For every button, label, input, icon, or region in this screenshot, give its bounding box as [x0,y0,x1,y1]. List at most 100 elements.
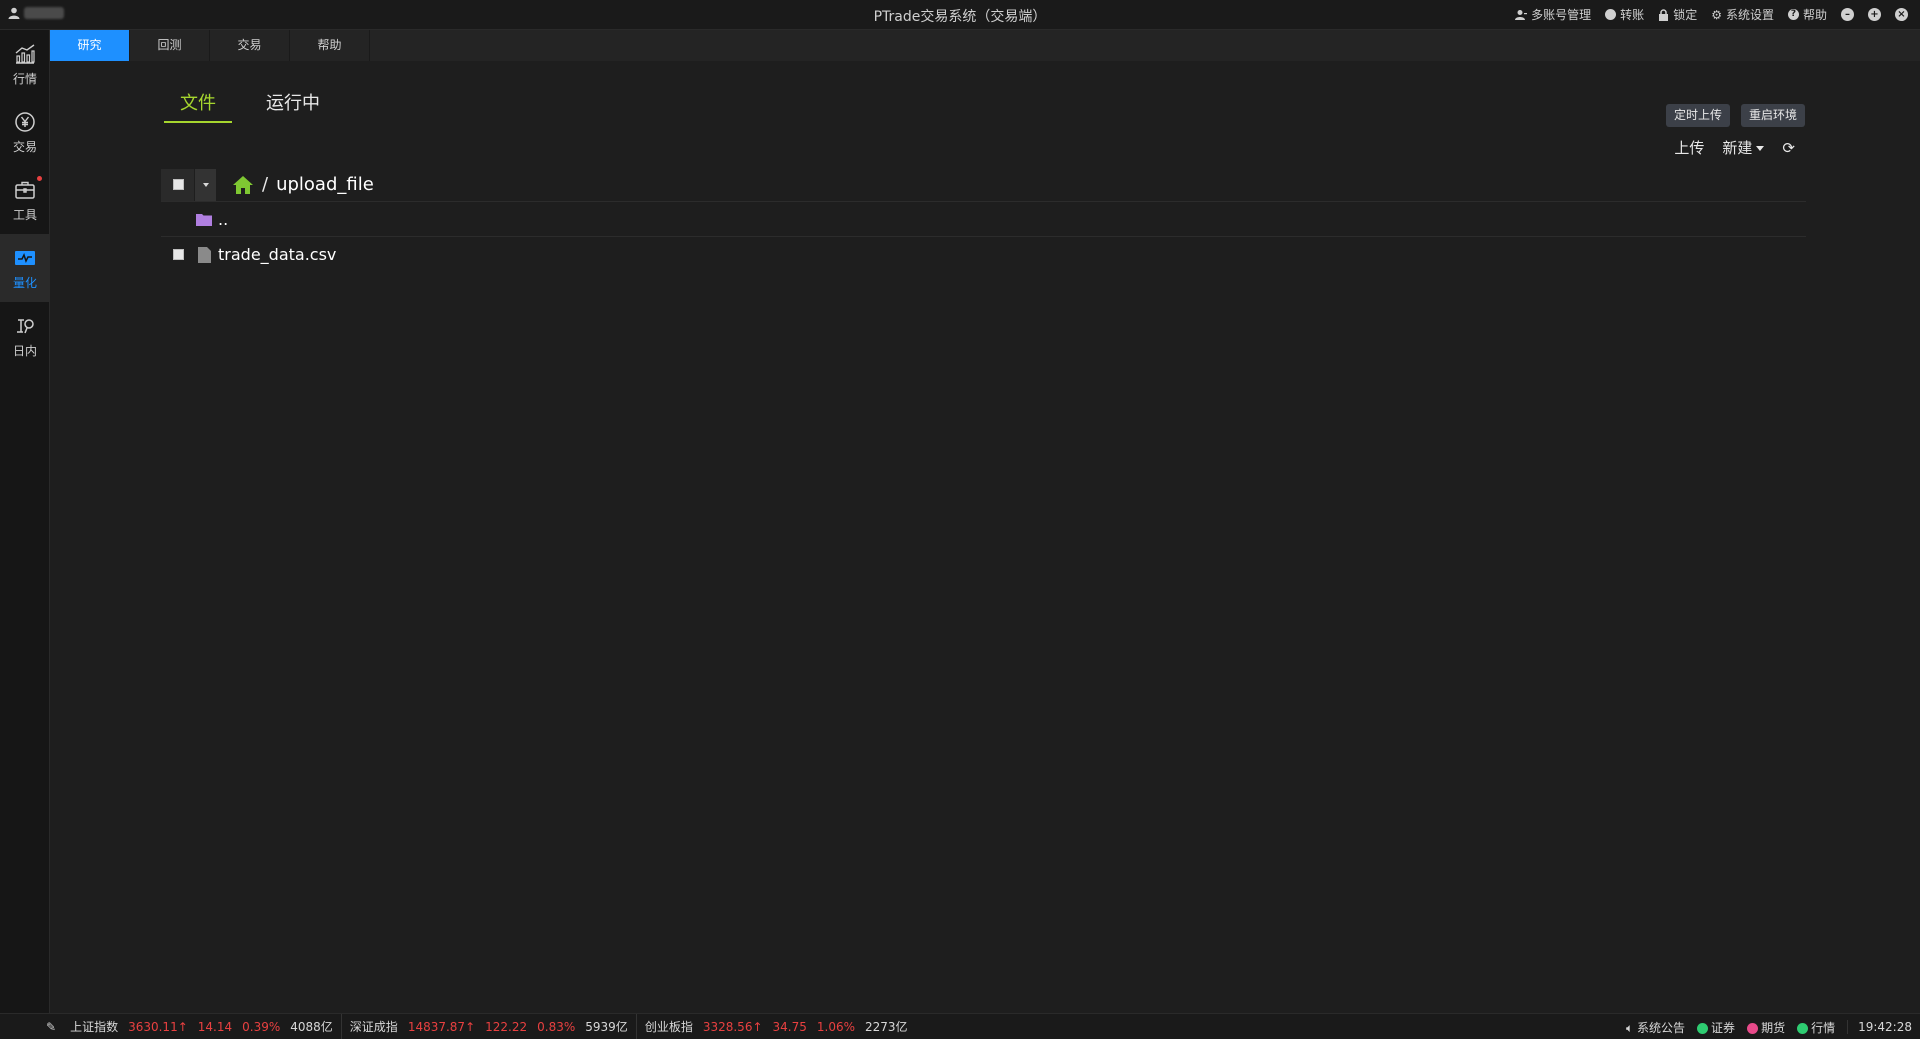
notification-dot [37,176,42,181]
file-actions: 上传 新建 ⟳ [1674,137,1795,158]
tab-backtest[interactable]: 回测 [130,30,210,61]
chevron-down-icon [1756,146,1765,151]
accounts-icon [1515,9,1528,20]
maximize-button[interactable]: + [1868,8,1881,21]
refresh-files-icon[interactable]: ⟳ [1782,139,1795,157]
settings-label: 系统设置 [1725,8,1774,22]
sidebar-item-label: 行情 [12,71,37,86]
select-dropdown-button[interactable] [194,168,216,201]
index-change: 122.22 [485,1019,528,1034]
intraday-icon [17,318,34,333]
transfer-button[interactable]: 转账 [1605,6,1644,23]
index-value: 14837.87↑ [407,1019,476,1034]
index-chinext[interactable]: 创业板指 3328.56↑ 34.75 1.06% 2273亿 [637,1014,916,1039]
sidebar-item-quant[interactable]: 量化 [0,234,50,302]
arrow-up-icon: ↑ [177,1019,188,1034]
select-all-checkbox[interactable] [173,179,184,190]
restart-env-button[interactable]: 重启环境 [1740,104,1805,127]
tab-trade[interactable]: 交易 [210,30,290,61]
index-value: 3630.11↑ [128,1019,188,1034]
index-name: 上证指数 [70,1020,119,1034]
index-pct: 1.06% [816,1019,855,1034]
settings-button[interactable]: ⚙ 系统设置 [1711,6,1774,23]
breadcrumb-separator: / [262,174,269,195]
lock-label: 锁定 [1673,8,1698,22]
clock: 19:42:28 [1847,1020,1912,1034]
chevron-down-icon [202,182,209,187]
index-shenzhen[interactable]: 深证成指 14837.87↑ 122.22 0.83% 5939亿 [342,1013,637,1039]
yen-icon [15,111,35,132]
title-tools: 多账号管理 转账 锁定 ⚙ 系统设置 ? 帮助 – + × [1515,6,1908,23]
index-name: 深证成指 [349,1020,398,1034]
sidebar-item-label: 工具 [12,207,37,222]
lock-icon [1659,8,1669,21]
file-icon [196,246,212,263]
index-shanghai[interactable]: 上证指数 3630.11↑ 14.14 0.39% 4088亿 [62,1013,342,1039]
index-value: 3328.56↑ [702,1019,763,1034]
transfer-icon [1605,9,1617,20]
sidebar-item-trade[interactable]: 交易 [0,98,50,166]
announcement-button[interactable]: 🔈︎ 系统公告 [1626,1019,1685,1036]
help-button[interactable]: ? 帮助 [1787,6,1827,23]
index-change: 34.75 [772,1019,807,1034]
sidebar-item-label: 日内 [12,343,37,358]
subtab-files[interactable]: 文件 [164,89,232,123]
minimize-button[interactable]: – [1841,8,1854,21]
gear-icon: ⚙ [1711,7,1722,22]
file-row-parent[interactable]: .. [161,202,1806,237]
status-dot-icon [1697,1022,1709,1034]
sidebar-item-label: 量化 [12,275,37,290]
index-change: 14.14 [197,1019,233,1034]
lock-button[interactable]: 锁定 [1658,6,1697,23]
multi-account-label: 多账号管理 [1531,8,1592,22]
research-panel: 文件 运行中 定时上传 重启环境 上传 新建 ⟳ / upload_file .… [50,61,1920,1013]
status-dot-icon [1797,1022,1809,1034]
arrow-up-icon: ↑ [752,1019,763,1034]
breadcrumb-folder[interactable]: upload_file [276,174,374,195]
file-checkbox[interactable] [173,249,184,260]
tab-help[interactable]: 帮助 [290,30,370,61]
speaker-icon: 🔈︎ [1626,1020,1634,1035]
select-all-control [161,168,216,201]
file-name: .. [218,209,229,229]
upload-button[interactable]: 上传 [1674,137,1704,158]
research-subtabs: 文件 运行中 [164,89,336,123]
file-name: trade_data.csv [218,245,337,264]
chart-icon [15,43,35,64]
conn-market: 行情 [1797,1019,1835,1036]
file-row[interactable]: trade_data.csv [161,237,1806,272]
sidebar-item-intraday[interactable]: 日内 [0,302,50,370]
sidebar-item-market[interactable]: 行情 [0,30,50,98]
subtab-running[interactable]: 运行中 [250,89,336,123]
index-pct: 0.83% [537,1019,576,1034]
status-right: 🔈︎ 系统公告 证券 期货 行情 19:42:28 [1626,1014,1912,1039]
new-label: 新建 [1722,139,1753,157]
breadcrumb: / upload_file [232,174,374,195]
quant-icon [15,250,35,265]
transfer-label: 转账 [1620,8,1645,22]
help-label: 帮助 [1802,8,1827,22]
toolbox-icon [15,181,35,199]
status-bar: ✎ 上证指数 3630.11↑ 14.14 0.39% 4088亿 深证成指 1… [0,1013,1920,1039]
left-sidebar: 行情 交易 工具 量化 日内 [0,30,50,1013]
index-pct: 0.39% [242,1019,281,1034]
tab-research[interactable]: 研究 [50,30,130,61]
main-tabs: 研究 回测 交易 帮助 [50,30,1920,61]
arrow-up-icon: ↑ [465,1019,476,1034]
conn-futures: 期货 [1747,1019,1785,1036]
conn-securities: 证券 [1697,1019,1735,1036]
pin-icon[interactable]: ✎ [46,1020,56,1034]
index-volume: 4088亿 [290,1020,333,1034]
sidebar-item-label: 交易 [12,139,37,154]
title-bar: PTrade交易系统（交易端） 多账号管理 转账 锁定 ⚙ 系统设置 ? 帮助 … [0,0,1920,30]
scheduled-upload-button[interactable]: 定时上传 [1665,104,1730,127]
index-volume: 5939亿 [585,1020,628,1034]
multi-account-button[interactable]: 多账号管理 [1515,6,1591,23]
index-name: 创业板指 [644,1020,693,1034]
path-toolbar: / upload_file [161,168,1806,202]
home-icon[interactable] [232,175,254,195]
new-button[interactable]: 新建 [1722,137,1765,158]
index-volume: 2273亿 [865,1020,908,1034]
close-button[interactable]: × [1895,8,1908,21]
sidebar-item-tools[interactable]: 工具 [0,166,50,234]
